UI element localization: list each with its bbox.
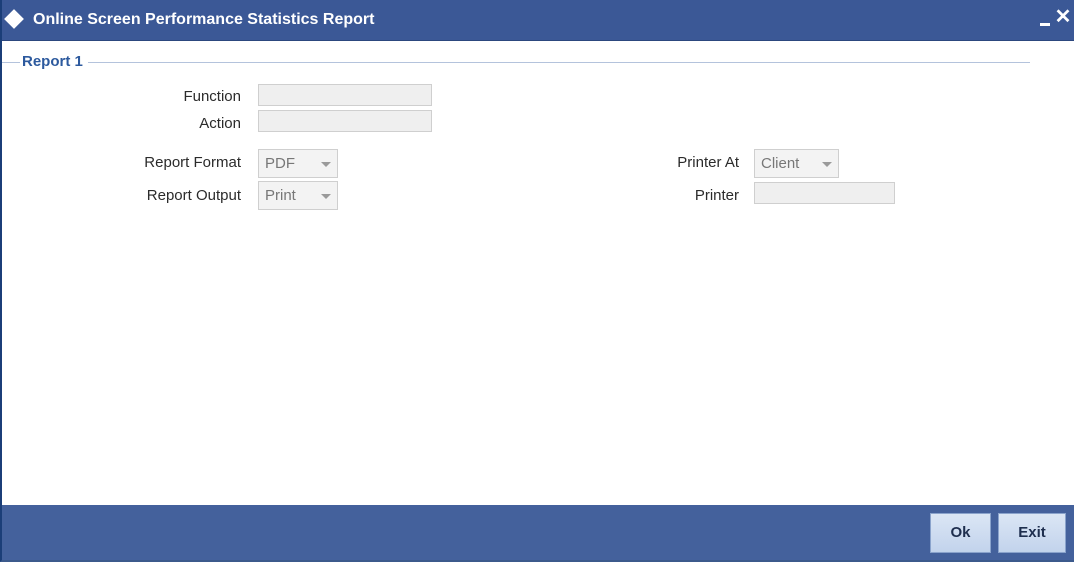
close-icon[interactable]: ✕ bbox=[1053, 5, 1073, 29]
title-bar: Online Screen Performance Statistics Rep… bbox=[2, 0, 1074, 41]
footer-bar: Ok Exit bbox=[2, 505, 1074, 560]
report-format-label: Report Format bbox=[144, 154, 241, 171]
report-output-value: Print bbox=[265, 187, 296, 204]
chevron-down-icon bbox=[321, 162, 331, 167]
chevron-down-icon bbox=[822, 162, 832, 167]
report-window: Online Screen Performance Statistics Rep… bbox=[0, 0, 1074, 562]
report-format-value: PDF bbox=[265, 155, 295, 172]
chevron-down-icon bbox=[321, 194, 331, 199]
function-input[interactable] bbox=[258, 84, 432, 106]
section-divider bbox=[2, 62, 1030, 63]
diamond-icon bbox=[4, 9, 24, 29]
window-title: Online Screen Performance Statistics Rep… bbox=[33, 11, 375, 28]
printer-at-select[interactable]: Client bbox=[754, 149, 839, 178]
report-output-select[interactable]: Print bbox=[258, 181, 338, 210]
report-format-select[interactable]: PDF bbox=[258, 149, 338, 178]
section-title: Report 1 bbox=[20, 53, 88, 70]
function-label: Function bbox=[183, 88, 241, 105]
report-output-label: Report Output bbox=[146, 187, 241, 204]
action-input[interactable] bbox=[258, 110, 432, 132]
ok-button[interactable]: Ok bbox=[930, 513, 991, 553]
printer-at-value: Client bbox=[761, 155, 800, 172]
action-label: Action bbox=[199, 115, 241, 132]
minimize-icon[interactable] bbox=[1040, 23, 1050, 26]
printer-input[interactable] bbox=[754, 182, 895, 204]
printer-label: Printer bbox=[694, 187, 739, 204]
exit-button[interactable]: Exit bbox=[998, 513, 1066, 553]
printer-at-label: Printer At bbox=[677, 154, 739, 171]
